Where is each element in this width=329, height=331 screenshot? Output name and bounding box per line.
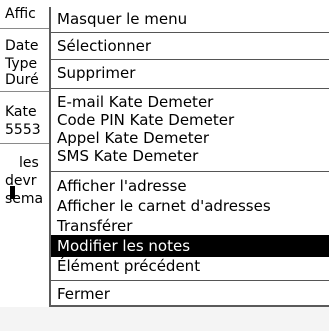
bg-line-number: 5553 (5, 122, 41, 138)
bg-line-date: Date (5, 38, 39, 54)
menu-item-select[interactable]: Sélectionner (51, 35, 329, 57)
menu-separator (51, 32, 329, 33)
bg-line-notes-1: les (19, 155, 39, 171)
bg-line-notes-2: devr (5, 173, 37, 189)
menu-separator (51, 171, 329, 172)
menu-item-delete[interactable]: Supprimer (51, 62, 329, 84)
bg-line-duree: Duré (5, 72, 39, 88)
context-menu: Masquer le menu Sélectionner Supprimer E… (49, 7, 329, 307)
menu-separator (51, 280, 329, 281)
menu-separator (51, 88, 329, 89)
bg-line-type: Type (5, 56, 38, 72)
menu-item-close[interactable]: Fermer (51, 283, 329, 305)
menu-item-edit-notes[interactable]: Modifier les notes (51, 235, 329, 257)
bg-line-notes-3: sema (5, 191, 44, 207)
screen-bottom-area (0, 307, 329, 331)
menu-item-view-address[interactable]: Afficher l'adresse (51, 175, 329, 197)
bg-line-name: Kate (5, 104, 37, 120)
device-screen: Affic Date Type Duré Kate 5553 les devr … (0, 0, 329, 331)
menu-item-forward[interactable]: Transférer (51, 215, 329, 237)
menu-item-hide-menu[interactable]: Masquer le menu (51, 8, 329, 30)
menu-item-sms-contact[interactable]: SMS Kate Demeter (51, 145, 329, 167)
menu-separator (51, 59, 329, 60)
bg-line-title: Affic (5, 6, 36, 22)
menu-item-previous-item[interactable]: Élément précédent (51, 255, 329, 277)
menu-item-view-address-book[interactable]: Afficher le carnet d'adresses (51, 195, 329, 217)
